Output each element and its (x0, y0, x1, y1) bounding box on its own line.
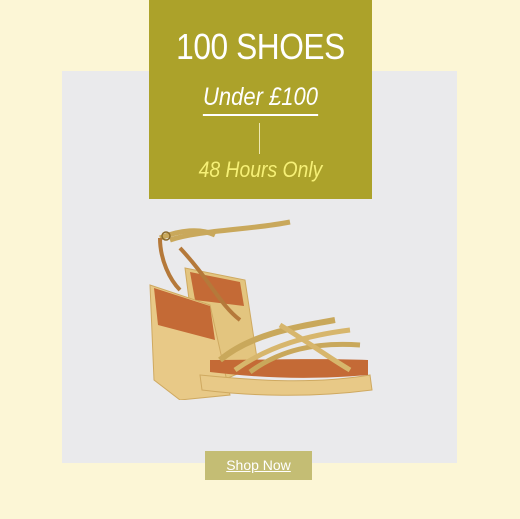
banner-subtitle: Under £100 (162, 83, 358, 116)
promo-banner: 100 SHOES Under £100 48 Hours Only (149, 0, 372, 199)
banner-divider (259, 123, 260, 154)
shop-now-button[interactable]: Shop Now (205, 451, 312, 480)
wedge-sandal-image[interactable] (140, 210, 400, 400)
banner-subtitle-text: Under £100 (203, 83, 318, 116)
banner-note: 48 Hours Only (198, 157, 323, 182)
banner-title: 100 SHOES (176, 26, 345, 67)
